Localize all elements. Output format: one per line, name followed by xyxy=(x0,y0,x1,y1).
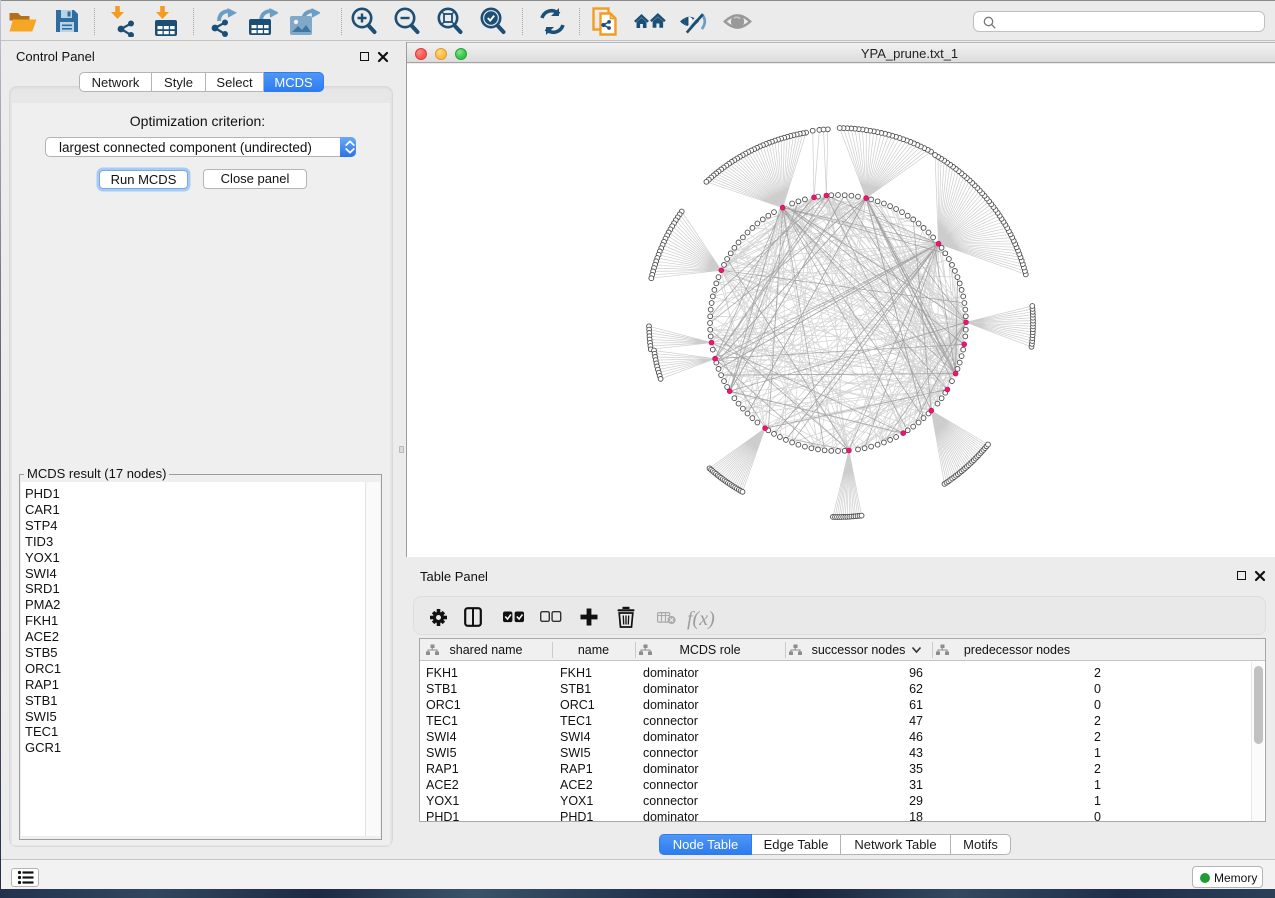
svg-text:f(x): f(x) xyxy=(687,608,715,630)
